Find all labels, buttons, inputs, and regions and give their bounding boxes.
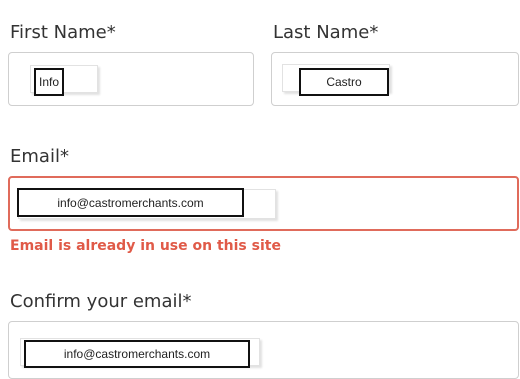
first-name-value[interactable]: Info bbox=[34, 68, 64, 96]
confirm-email-label: Confirm your email* bbox=[10, 291, 192, 312]
email-error-message: Email is already in use on this site bbox=[10, 238, 281, 254]
email-label: Email* bbox=[10, 146, 69, 167]
email-field[interactable]: info@castromerchants.com bbox=[8, 176, 519, 231]
last-name-field[interactable]: Castro bbox=[271, 52, 519, 106]
email-value[interactable]: info@castromerchants.com bbox=[17, 188, 244, 217]
first-name-label: First Name* bbox=[10, 22, 116, 43]
last-name-value[interactable]: Castro bbox=[299, 68, 389, 96]
confirm-email-value[interactable]: info@castromerchants.com bbox=[24, 340, 250, 368]
confirm-email-field[interactable]: info@castromerchants.com bbox=[8, 321, 519, 379]
last-name-label: Last Name* bbox=[273, 22, 379, 43]
first-name-field[interactable]: Info bbox=[8, 52, 254, 106]
